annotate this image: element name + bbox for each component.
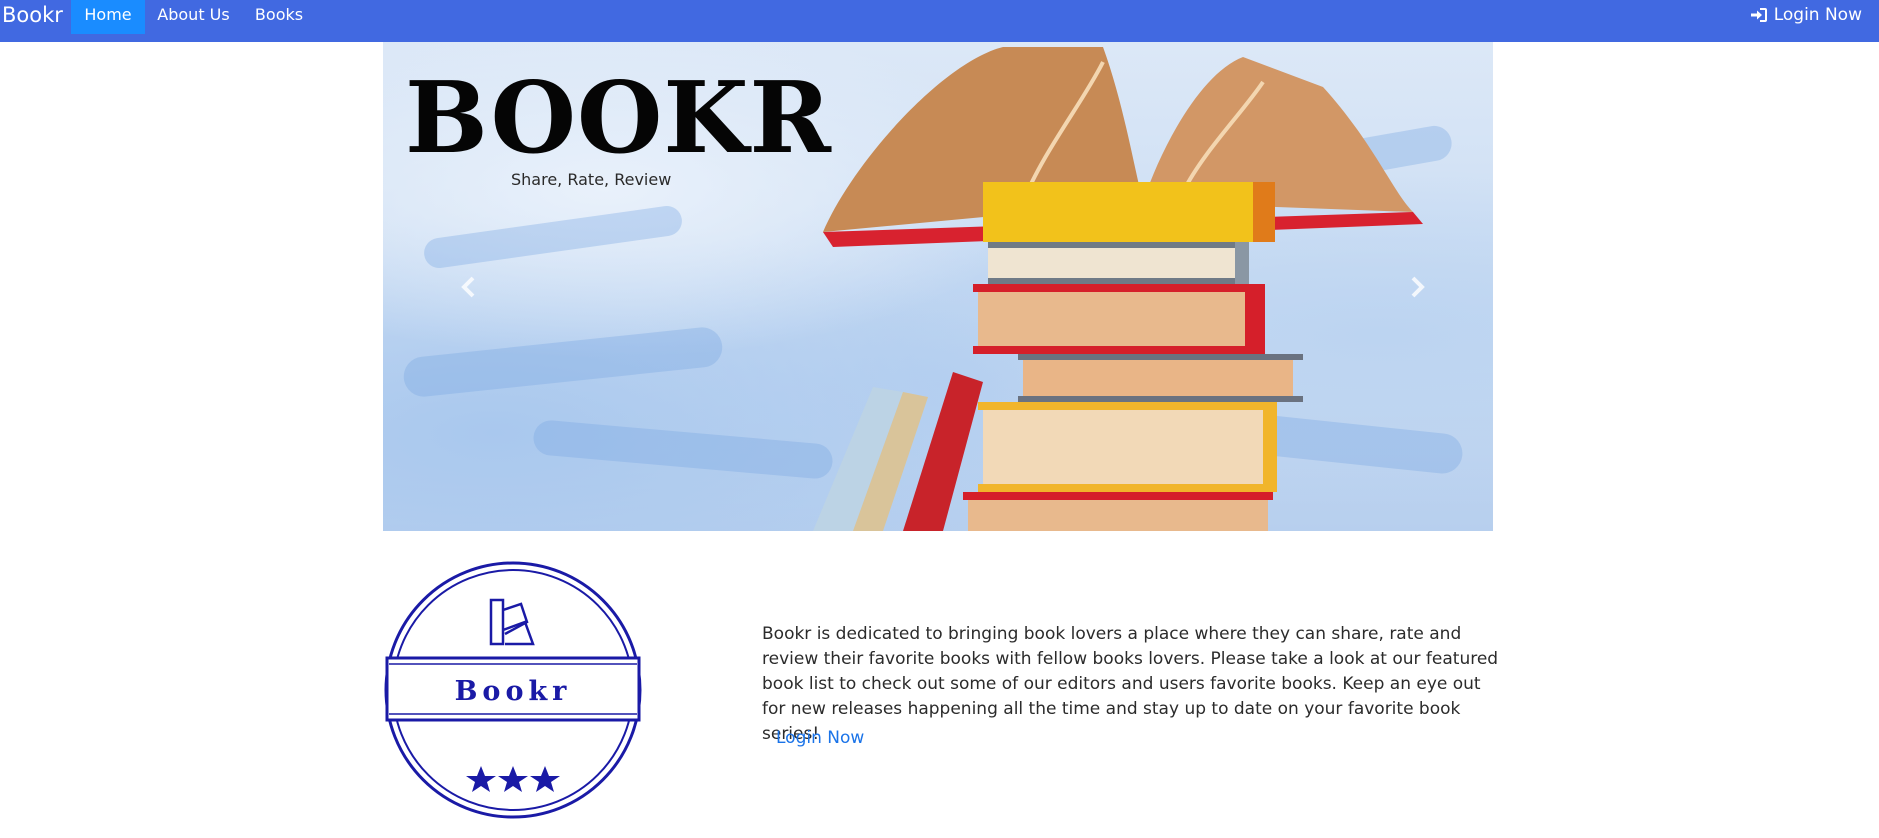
hero-carousel: BOOKR Share, Rate, Review: [383, 42, 1493, 531]
nav-item-books[interactable]: Books: [250, 0, 308, 34]
sign-in-icon: [1750, 8, 1767, 22]
navbar-brand[interactable]: Bookr: [2, 0, 63, 42]
chevron-right-icon[interactable]: [1403, 274, 1429, 300]
badge-name: Bookr: [455, 676, 572, 707]
navbar: Bookr Home About Us Books Login Now: [0, 0, 1879, 42]
hero-subtitle: Share, Rate, Review: [511, 170, 672, 189]
nav-login-label: Login Now: [1773, 5, 1862, 25]
about-description: Bookr is dedicated to bringing book love…: [762, 624, 1499, 744]
nav-item-home[interactable]: Home: [71, 0, 145, 34]
nav-login-button[interactable]: Login Now: [1750, 0, 1862, 30]
nav-item-about-us[interactable]: About Us: [155, 0, 232, 34]
hero-title: BOOKR: [405, 61, 833, 176]
chevron-left-icon[interactable]: [457, 274, 483, 300]
about-login-link[interactable]: Login Now: [776, 728, 864, 748]
color-swatch-icon: [489, 598, 535, 646]
badge-stars: [466, 766, 560, 792]
bookr-logo-badge: Bookr: [384, 561, 642, 819]
